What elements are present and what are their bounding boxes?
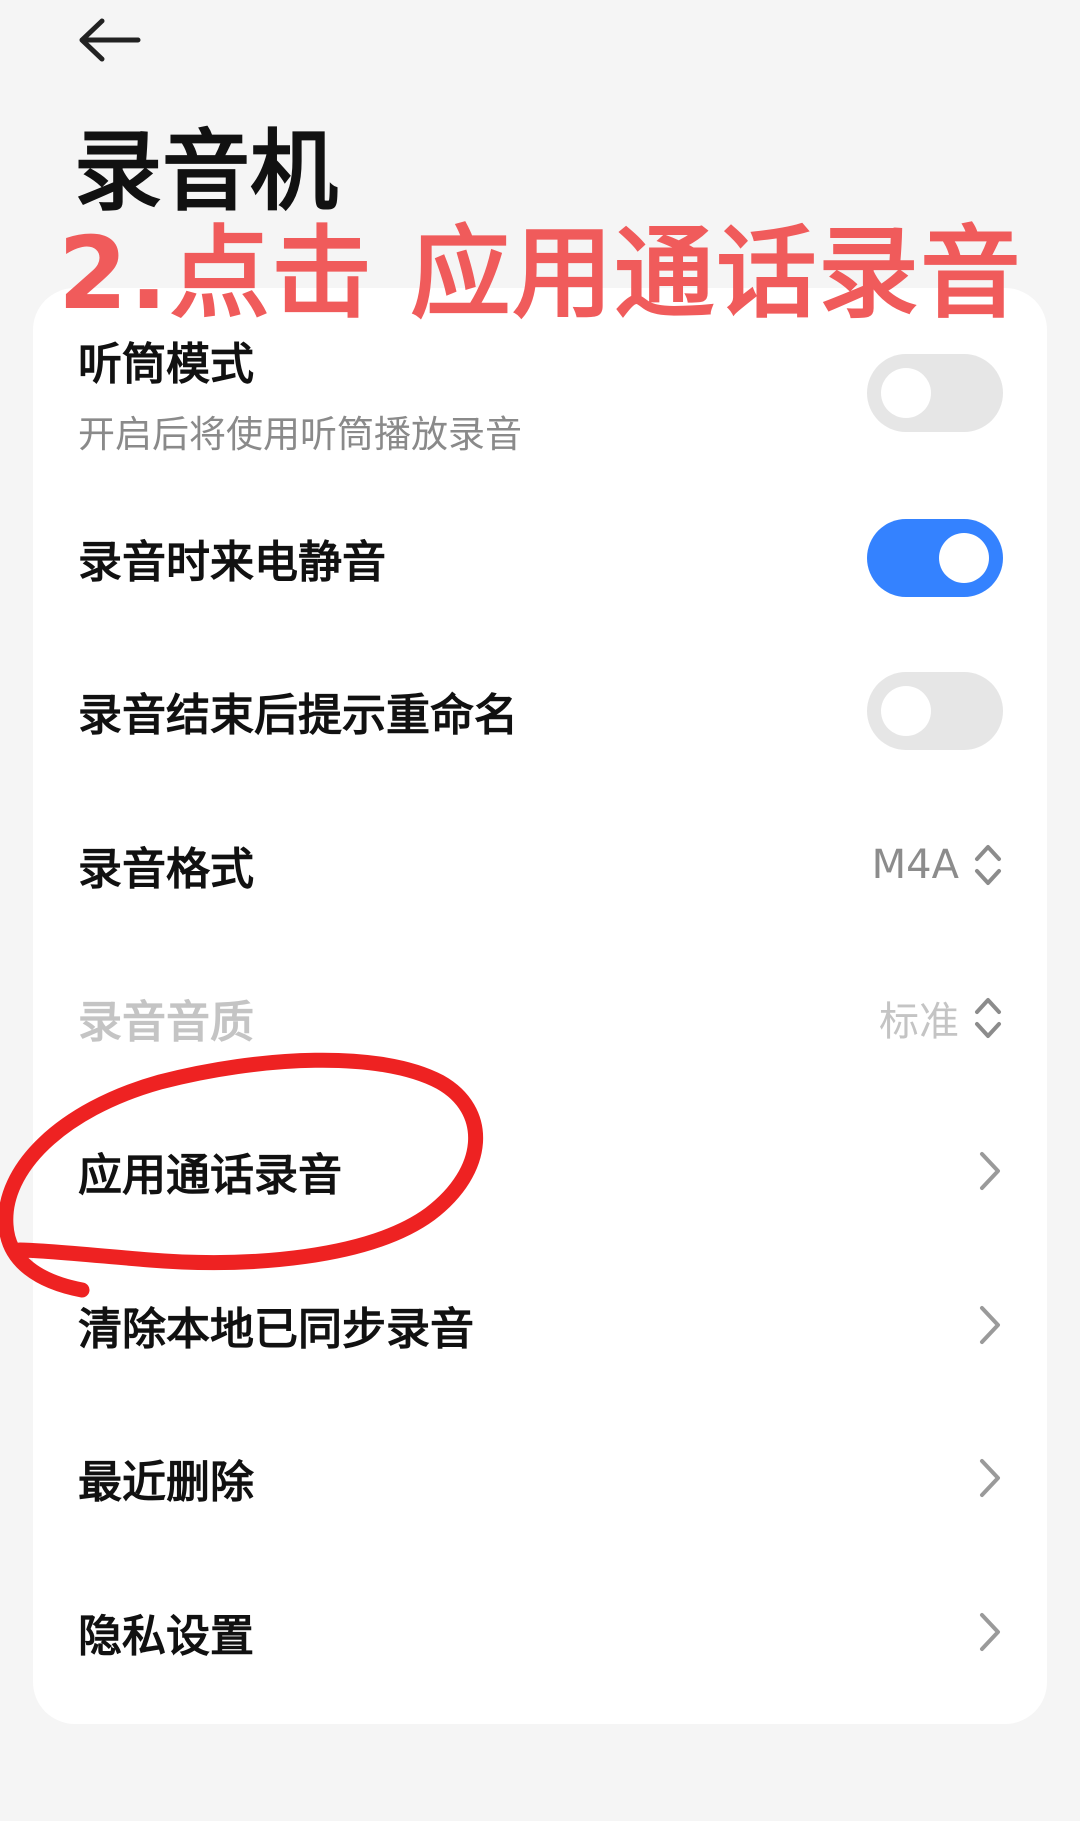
format-value: M4A	[871, 842, 959, 888]
setting-label: 录音结束后提示重命名	[78, 690, 518, 741]
chevron-right-icon	[980, 1459, 1000, 1497]
setting-label: 清除本地已同步录音	[78, 1304, 474, 1355]
setting-earpiece-mode[interactable]: 听筒模式 开启后将使用听筒播放录音	[33, 328, 1047, 458]
setting-recording-quality[interactable]: 录音音质 标准	[33, 963, 1047, 1073]
setting-privacy[interactable]: 隐私设置	[33, 1577, 1047, 1687]
setting-clear-synced[interactable]: 清除本地已同步录音	[33, 1270, 1047, 1380]
setting-rename-prompt[interactable]: 录音结束后提示重命名	[33, 656, 1047, 766]
setting-label: 录音时来电静音	[78, 537, 386, 588]
chevron-right-icon	[980, 1613, 1000, 1651]
toggle-knob	[939, 533, 989, 583]
setting-call-recording[interactable]: 应用通话录音	[33, 1116, 1047, 1226]
toggle-knob	[881, 686, 931, 736]
arrow-left-icon	[79, 18, 141, 62]
setting-label: 隐私设置	[78, 1611, 254, 1662]
annotation-text: 2.点击 应用通话录音	[58, 215, 1023, 332]
chevron-right-icon	[980, 1306, 1000, 1344]
settings-card: 听筒模式 开启后将使用听筒播放录音 录音时来电静音 录音结束后提示重命名 录音格…	[33, 288, 1047, 1724]
page-title: 录音机	[74, 120, 339, 223]
setting-label: 录音音质	[78, 997, 254, 1048]
chevron-up-down-icon	[975, 845, 1001, 885]
setting-recently-deleted[interactable]: 最近删除	[33, 1423, 1047, 1533]
setting-label: 听筒模式	[78, 339, 254, 390]
quality-value: 标准	[879, 999, 959, 1045]
setting-mute-calls[interactable]: 录音时来电静音	[33, 503, 1047, 613]
chevron-up-down-icon	[975, 998, 1001, 1038]
toggle-knob	[881, 368, 931, 418]
setting-label: 应用通话录音	[78, 1150, 342, 1201]
setting-label: 最近删除	[78, 1457, 254, 1508]
rename-prompt-toggle[interactable]	[867, 672, 1003, 750]
mute-calls-toggle[interactable]	[867, 519, 1003, 597]
earpiece-toggle[interactable]	[867, 354, 1003, 432]
back-button[interactable]	[70, 10, 150, 70]
setting-recording-format[interactable]: 录音格式 M4A	[33, 810, 1047, 920]
setting-label: 录音格式	[78, 844, 254, 895]
setting-sublabel: 开启后将使用听筒播放录音	[78, 413, 522, 456]
chevron-right-icon	[980, 1152, 1000, 1190]
